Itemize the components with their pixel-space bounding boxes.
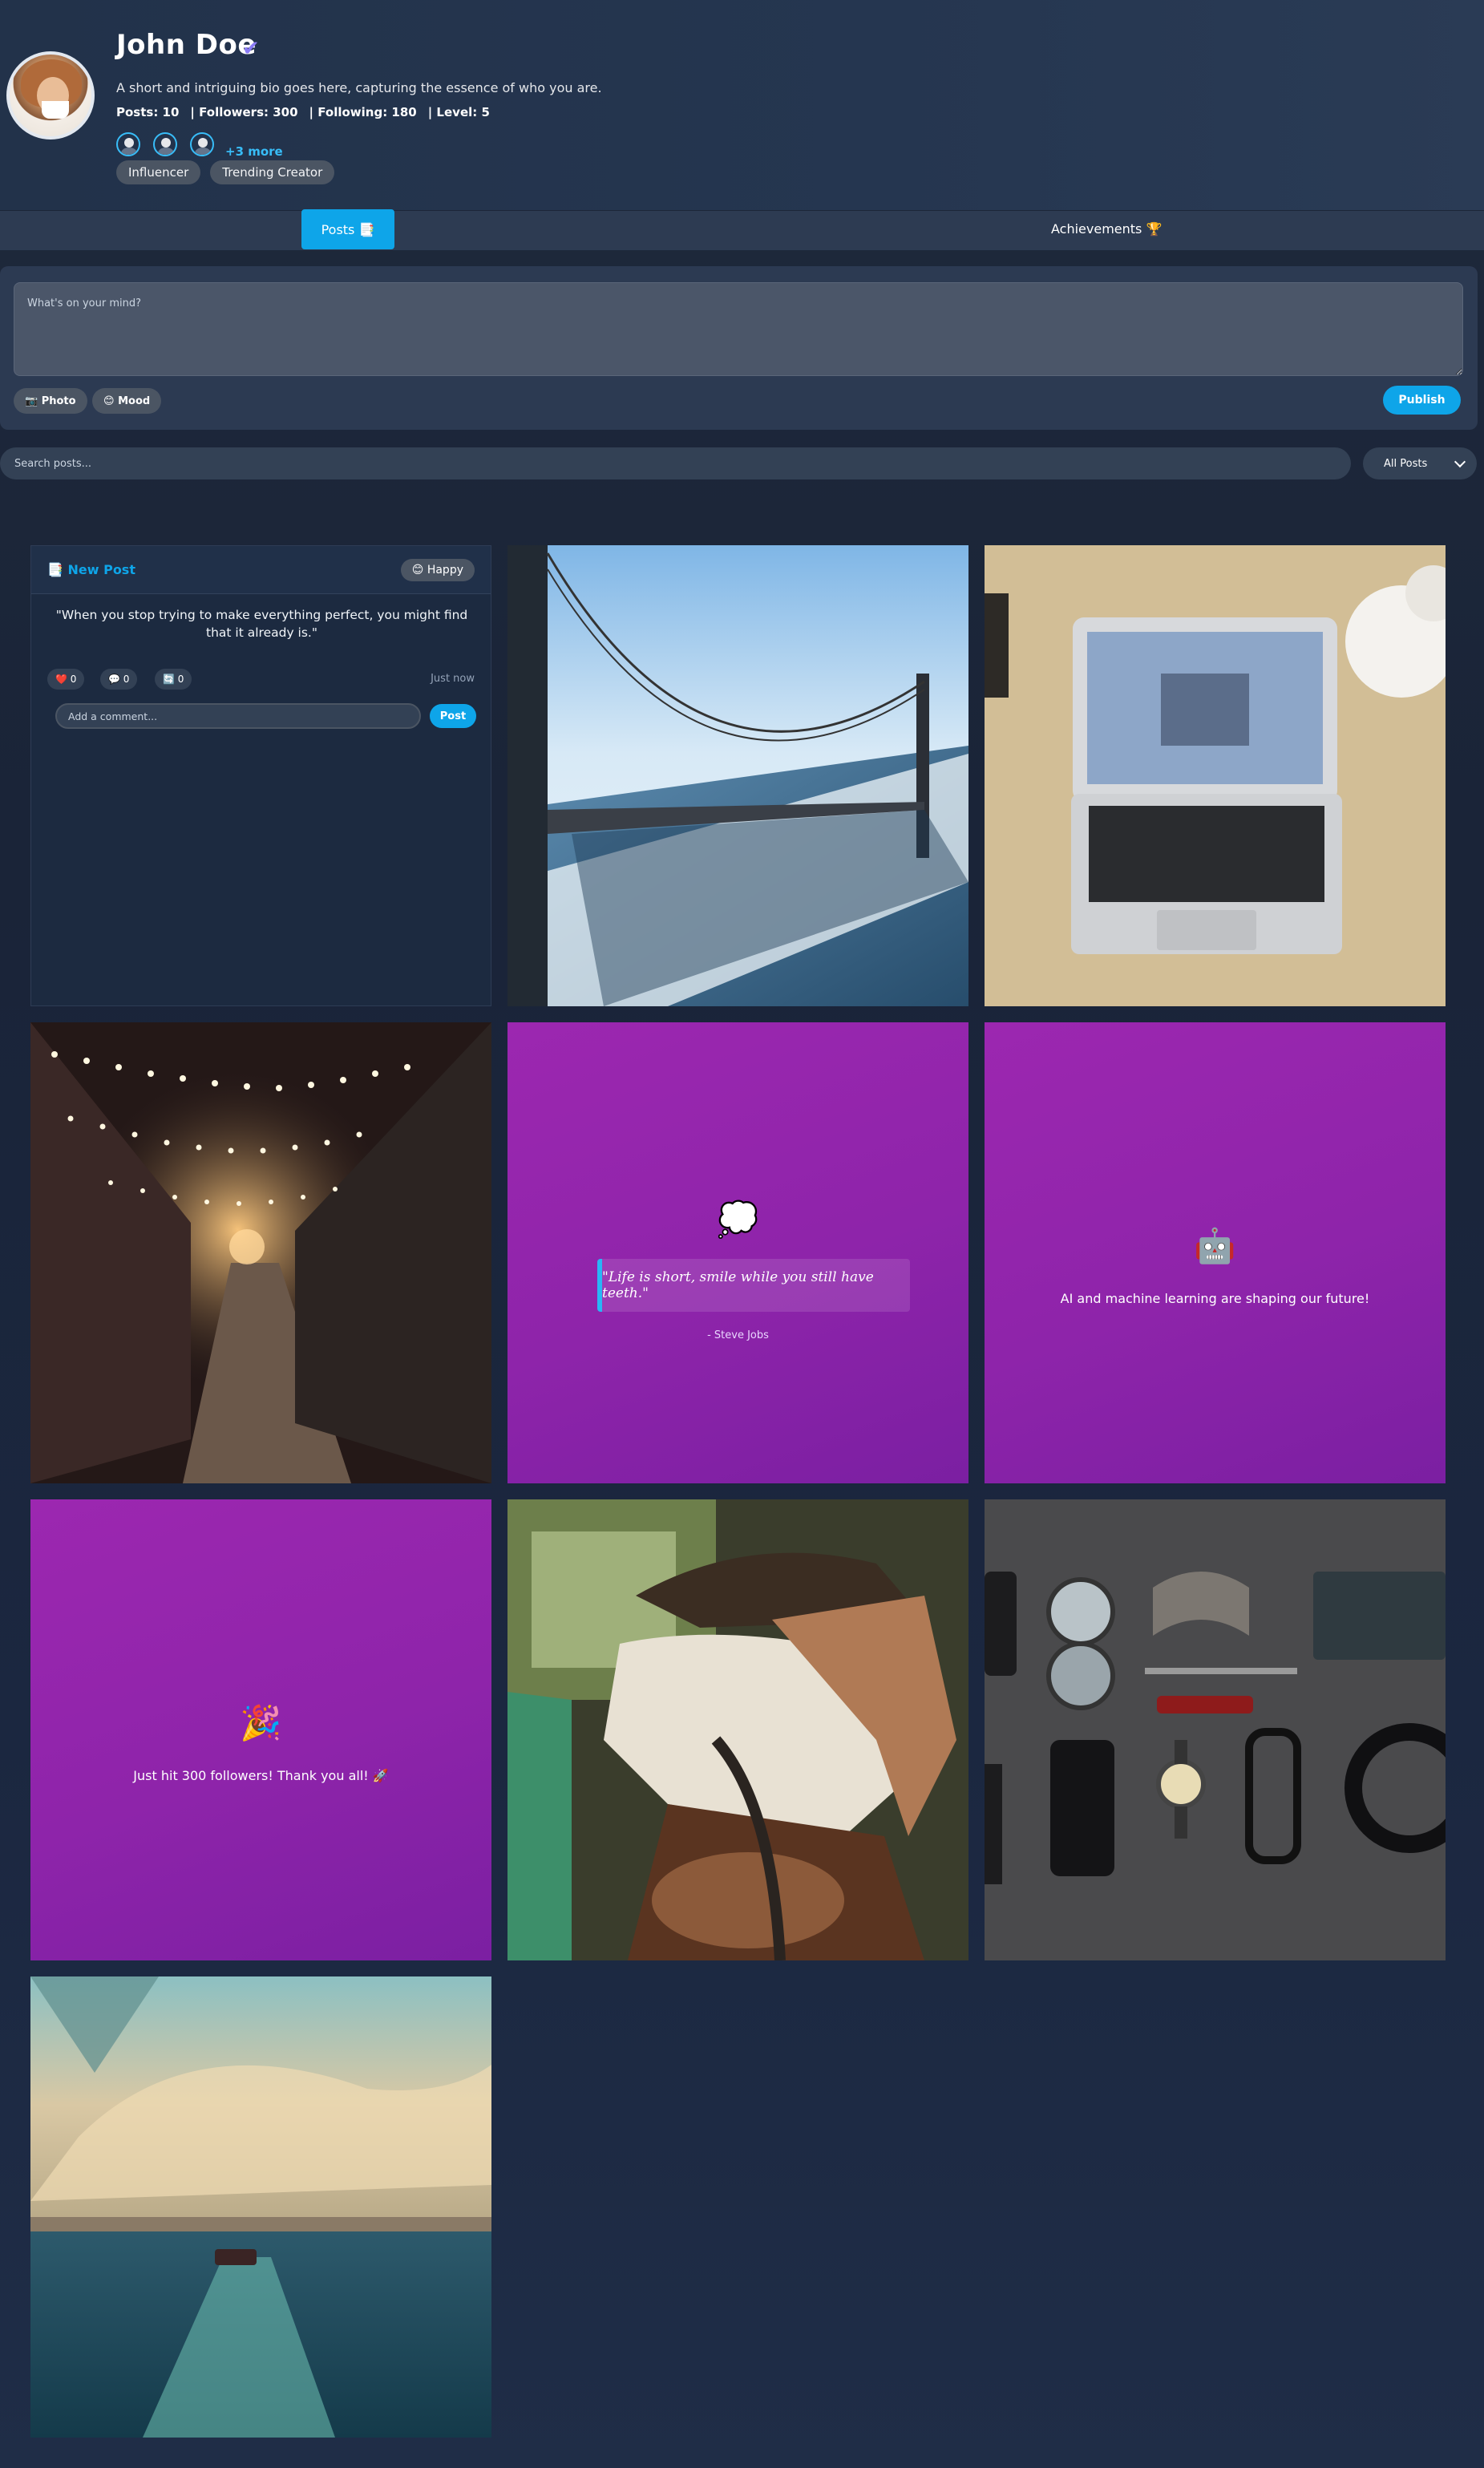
quote-tile[interactable]: 💭 "Life is short, smile while you still … bbox=[507, 1022, 968, 1483]
post-comment-button[interactable]: Post bbox=[430, 704, 476, 728]
search-posts-input[interactable] bbox=[0, 447, 1351, 479]
profile-stats: Posts: 10 | Followers: 300 | Following: … bbox=[116, 105, 501, 119]
party-popper-icon: 🎉 bbox=[240, 1703, 282, 1742]
mood-button[interactable]: 😊 Mood bbox=[92, 388, 162, 414]
card-header: 📑 New Post 😊 Happy bbox=[31, 546, 491, 594]
post-filter-select[interactable]: All Posts bbox=[1363, 447, 1477, 479]
quote-box: "Life is short, smile while you still ha… bbox=[597, 1259, 910, 1312]
badge-trending-creator: Trending Creator bbox=[210, 160, 335, 184]
follower-avatar[interactable] bbox=[116, 132, 140, 156]
stat-followers: | Followers: 300 bbox=[190, 105, 298, 119]
stat-level: | Level: 5 bbox=[427, 105, 490, 119]
photo-bridge[interactable] bbox=[507, 545, 968, 1006]
photo-button[interactable]: 📷 Photo bbox=[14, 388, 87, 414]
tab-posts[interactable]: Posts 📑 bbox=[301, 209, 394, 249]
follower-avatar[interactable] bbox=[190, 132, 214, 156]
follower-avatar[interactable] bbox=[153, 132, 177, 156]
new-post-card: 📑 New Post 😊 Happy "When you stop trying… bbox=[30, 545, 491, 1006]
composer-input[interactable] bbox=[14, 282, 1463, 376]
more-followers-link[interactable]: +3 more bbox=[225, 144, 283, 159]
post-composer: 📷 Photo 😊 Mood Publish bbox=[0, 266, 1478, 430]
ai-tile-text: AI and machine learning are shaping our … bbox=[1060, 1291, 1370, 1306]
photo-laptop[interactable] bbox=[985, 545, 1446, 1006]
profile-badges: Influencer Trending Creator bbox=[116, 160, 335, 184]
verified-check-icon: ✔ bbox=[242, 37, 260, 61]
photo-man-steering[interactable] bbox=[507, 1499, 968, 1960]
photo-boat-sea[interactable] bbox=[30, 1976, 491, 2438]
new-post-title: 📑 New Post bbox=[47, 562, 135, 577]
post-timestamp: Just now bbox=[431, 673, 475, 685]
quote-author: - Steve Jobs bbox=[707, 1329, 769, 1341]
stat-posts: Posts: 10 bbox=[116, 105, 180, 119]
badge-influencer: Influencer bbox=[116, 160, 201, 184]
quote-text: "Life is short, smile while you still ha… bbox=[602, 1269, 874, 1301]
robot-icon: 🤖 bbox=[1194, 1226, 1236, 1265]
milestone-tile-text: Just hit 300 followers! Thank you all! 🚀 bbox=[133, 1768, 389, 1783]
mood-badge: 😊 Happy bbox=[400, 559, 475, 581]
avatar[interactable] bbox=[6, 51, 95, 140]
profile-bio: A short and intriguing bio goes here, ca… bbox=[116, 80, 602, 95]
photo-street-lights[interactable] bbox=[30, 1022, 491, 1483]
followers-preview: +3 more bbox=[116, 130, 283, 159]
share-button[interactable]: 🔄 0 bbox=[155, 669, 192, 690]
thought-bubble-icon: 💭 bbox=[717, 1200, 759, 1239]
stat-following: | Following: 180 bbox=[309, 105, 417, 119]
tab-achievements[interactable]: Achievements 🏆 bbox=[1051, 221, 1162, 237]
chevron-down-icon bbox=[1454, 455, 1466, 467]
filter-value: All Posts bbox=[1384, 457, 1428, 470]
publish-button[interactable]: Publish bbox=[1383, 386, 1461, 415]
profile-header: John Doe ✔ A short and intriguing bio go… bbox=[0, 0, 1484, 210]
milestone-tile[interactable]: 🎉 Just hit 300 followers! Thank you all!… bbox=[30, 1499, 491, 1960]
comment-input[interactable] bbox=[55, 703, 421, 729]
tab-bar bbox=[0, 210, 1484, 250]
like-button[interactable]: ❤️ 0 bbox=[47, 669, 85, 690]
ai-tile[interactable]: 🤖 AI and machine learning are shaping ou… bbox=[985, 1022, 1446, 1483]
photo-flatlay[interactable] bbox=[985, 1499, 1446, 1960]
profile-name: John Doe bbox=[116, 29, 257, 61]
comment-count-button[interactable]: 💬 0 bbox=[100, 669, 138, 690]
post-text: "When you stop trying to make everything… bbox=[55, 608, 468, 640]
